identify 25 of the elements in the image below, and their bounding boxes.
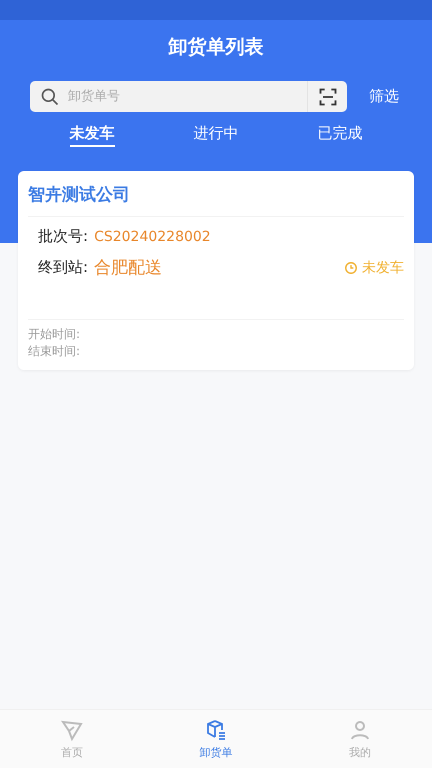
box-list-icon: [204, 718, 228, 742]
station-label: 终到站:: [38, 258, 88, 277]
end-time-label: 结束时间:: [28, 343, 82, 360]
person-icon: [348, 718, 372, 742]
status-tab[interactable]: 进行中: [194, 122, 238, 147]
search-field[interactable]: 卸货单号: [30, 81, 347, 112]
nav-tab[interactable]: 首页: [0, 710, 144, 768]
batch-number: CS20240228002: [94, 228, 211, 244]
filter-button[interactable]: 筛选: [369, 87, 399, 106]
nav-tab[interactable]: 卸货单: [144, 710, 288, 768]
paper-plane-icon: [60, 718, 84, 742]
company-name: 智卉测试公司: [28, 171, 404, 217]
order-card[interactable]: 智卉测试公司 批次号: CS20240228002 终到站: 合肥配送 未发车 开始时间: 结束时间:: [18, 171, 414, 370]
status-text: 未发车: [362, 258, 404, 276]
status-tab[interactable]: 未发车: [70, 122, 114, 147]
clock-icon: [344, 260, 358, 274]
batch-label: 批次号:: [38, 227, 88, 246]
scan-icon: [318, 86, 338, 106]
page-title: 卸货单列表: [167, 35, 264, 60]
search-input[interactable]: 卸货单号: [60, 89, 307, 104]
start-time-label: 开始时间:: [28, 326, 82, 343]
search-icon: [40, 86, 60, 106]
station-name: 合肥配送: [94, 257, 162, 279]
status-tab[interactable]: 已完成: [318, 122, 362, 147]
nav-tab[interactable]: 我的: [288, 710, 432, 768]
